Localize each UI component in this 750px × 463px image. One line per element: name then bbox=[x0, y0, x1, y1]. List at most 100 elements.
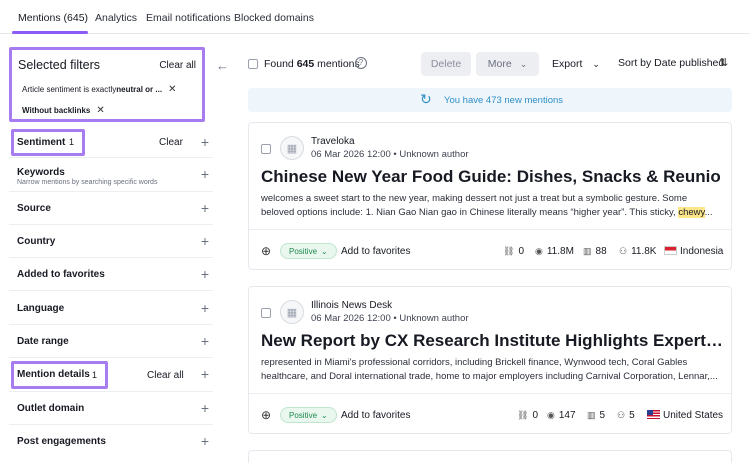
clear-sentiment-button[interactable]: Clear bbox=[159, 137, 183, 148]
mention-snippet: represented in Miami's professional corr… bbox=[261, 356, 721, 384]
active-tab-indicator bbox=[12, 31, 88, 34]
mention-source[interactable]: Traveloka bbox=[311, 136, 355, 147]
export-label: Export bbox=[552, 58, 583, 70]
globe-icon: ⊕ bbox=[261, 244, 272, 258]
backlinks-value: 0 bbox=[518, 246, 524, 257]
filter-section-favorites[interactable]: Added to favorites + bbox=[9, 258, 213, 291]
filter-section-label: Outlet domain bbox=[17, 403, 85, 414]
sentiment-dropdown[interactable]: Positive ⌄ bbox=[280, 407, 337, 423]
collapse-sidebar-icon[interactable]: ← bbox=[216, 58, 229, 73]
select-all-checkbox[interactable] bbox=[248, 59, 258, 69]
clear-all-filters-button[interactable]: Clear all bbox=[159, 60, 196, 71]
backlinks-stat: ⛓ 0 bbox=[503, 246, 524, 257]
plus-icon[interactable]: + bbox=[201, 400, 209, 416]
found-number: 645 bbox=[296, 58, 315, 70]
reach-stat: ◉ 147 bbox=[547, 410, 576, 421]
mention-card: ▦ Traveloka 06 Mar 2026 12:00 • Unknown … bbox=[248, 122, 732, 270]
backlinks-stat: ⛓ 0 bbox=[517, 410, 538, 421]
delete-button[interactable]: Delete bbox=[421, 52, 471, 76]
found-prefix: Found bbox=[264, 58, 294, 70]
people-icon: ⚇ bbox=[617, 410, 626, 420]
tab-mentions[interactable]: Mentions (645) bbox=[18, 12, 88, 24]
engagement-value: 88 bbox=[595, 246, 607, 257]
mention-details-highlight bbox=[11, 361, 108, 389]
mention-source[interactable]: Illinois News Desk bbox=[311, 300, 392, 311]
broadcast-icon: ◉ bbox=[535, 246, 543, 256]
sentiment-dropdown[interactable]: Positive ⌄ bbox=[280, 243, 337, 259]
keyword-highlight: chewy bbox=[678, 207, 705, 218]
add-to-favorites-button[interactable]: Add to favorites bbox=[341, 246, 410, 257]
visits-value: 11.8K bbox=[631, 246, 657, 257]
close-icon[interactable]: ✕ bbox=[168, 84, 176, 95]
snippet-ellipsis: ... bbox=[704, 207, 713, 218]
bar-chart-icon: ▥ bbox=[583, 246, 592, 256]
filter-section-date-range[interactable]: Date range + bbox=[9, 325, 213, 358]
more-button[interactable]: More ⌄ bbox=[476, 52, 539, 76]
info-icon[interactable]: ? bbox=[355, 57, 367, 69]
indonesia-flag-icon bbox=[664, 246, 677, 255]
visits-stat: ⚇ 5 bbox=[617, 410, 635, 421]
new-mentions-banner[interactable]: ↻ You have 473 new mentions bbox=[248, 88, 732, 112]
tab-blocked-domains[interactable]: Blocked domains bbox=[234, 12, 314, 24]
visits-value: 5 bbox=[629, 410, 635, 421]
found-suffix: mentions bbox=[317, 58, 360, 70]
snippet-text: welcomes a sweet start to the new year, … bbox=[261, 193, 688, 218]
visits-stat: ⚇ 11.8K bbox=[619, 246, 656, 257]
sort-icon[interactable]: ⇅ bbox=[719, 56, 728, 69]
mention-checkbox[interactable] bbox=[261, 308, 271, 318]
filter-chip-backlinks: Without backlinks ✕ bbox=[22, 101, 105, 119]
found-mentions-count: Found 645 mentions bbox=[264, 58, 360, 70]
close-icon[interactable]: ✕ bbox=[96, 105, 104, 116]
mention-footer: ⊕ Positive ⌄ Add to favorites ⛓ 0 ◉ 11.8M ▥… bbox=[249, 238, 731, 266]
chevron-down-icon: ⌄ bbox=[321, 410, 328, 420]
filter-section-language[interactable]: Language + bbox=[9, 292, 213, 325]
plus-icon[interactable]: + bbox=[201, 433, 209, 449]
plus-icon[interactable]: + bbox=[201, 233, 209, 249]
bar-chart-icon: ▥ bbox=[587, 410, 596, 420]
sentiment-label: Positive bbox=[289, 410, 318, 420]
backlinks-value: 0 bbox=[532, 410, 538, 421]
plus-icon[interactable]: + bbox=[201, 200, 209, 216]
plus-icon[interactable]: + bbox=[201, 366, 209, 382]
country-value: Indonesia bbox=[680, 246, 724, 257]
filter-section-source[interactable]: Source + bbox=[9, 192, 213, 225]
clear-mention-details-button[interactable]: Clear all bbox=[147, 370, 184, 381]
chevron-down-icon: ⌄ bbox=[592, 58, 600, 69]
more-label: More bbox=[487, 58, 512, 70]
tab-email-notifications[interactable]: Email notifications bbox=[146, 12, 231, 24]
export-button[interactable]: Export ⌄ bbox=[548, 52, 604, 76]
filter-section-label: Source bbox=[17, 203, 51, 214]
add-to-favorites-button[interactable]: Add to favorites bbox=[341, 410, 410, 421]
filter-section-label: Country bbox=[17, 236, 56, 247]
chevron-down-icon: ⌄ bbox=[519, 58, 528, 69]
plus-icon[interactable]: + bbox=[201, 333, 209, 349]
new-mentions-text: You have 473 new mentions bbox=[444, 95, 564, 106]
mention-checkbox[interactable] bbox=[261, 144, 271, 154]
plus-icon[interactable]: + bbox=[201, 134, 209, 150]
sentiment-highlight bbox=[11, 129, 85, 156]
mention-title[interactable]: New Report by CX Research Institute High… bbox=[261, 331, 721, 351]
filter-section-keywords[interactable]: Keywords Narrow mentions by searching sp… bbox=[9, 158, 213, 192]
building-icon: ▦ bbox=[280, 136, 304, 160]
plus-icon[interactable]: + bbox=[201, 166, 209, 182]
filter-section-label: Post engagements bbox=[17, 436, 106, 447]
plus-icon[interactable]: + bbox=[201, 300, 209, 316]
engagement-stat: ▥ 88 bbox=[583, 246, 607, 257]
selected-filters-title: Selected filters bbox=[18, 58, 100, 72]
country-stat: United States bbox=[647, 410, 723, 421]
tab-analytics[interactable]: Analytics bbox=[95, 12, 137, 24]
reach-value: 147 bbox=[558, 410, 576, 421]
broadcast-icon: ◉ bbox=[547, 410, 555, 420]
filter-section-outlet-domain[interactable]: Outlet domain + bbox=[9, 392, 213, 425]
plus-icon[interactable]: + bbox=[201, 266, 209, 282]
engagement-stat: ▥ 5 bbox=[587, 410, 605, 421]
filter-chip-value: neutral or ... bbox=[116, 84, 163, 94]
engagement-value: 5 bbox=[599, 410, 606, 421]
filter-section-country[interactable]: Country + bbox=[9, 225, 213, 258]
country-value: United States bbox=[663, 410, 724, 421]
filter-chip-label: Article sentiment is exactly bbox=[22, 84, 117, 94]
country-stat: Indonesia bbox=[664, 246, 723, 257]
mention-title[interactable]: Chinese New Year Food Guide: Dishes, Sna… bbox=[261, 167, 721, 187]
sort-dropdown[interactable]: Sort by Date published bbox=[618, 57, 724, 69]
filter-section-post-engagements[interactable]: Post engagements + bbox=[9, 425, 213, 458]
